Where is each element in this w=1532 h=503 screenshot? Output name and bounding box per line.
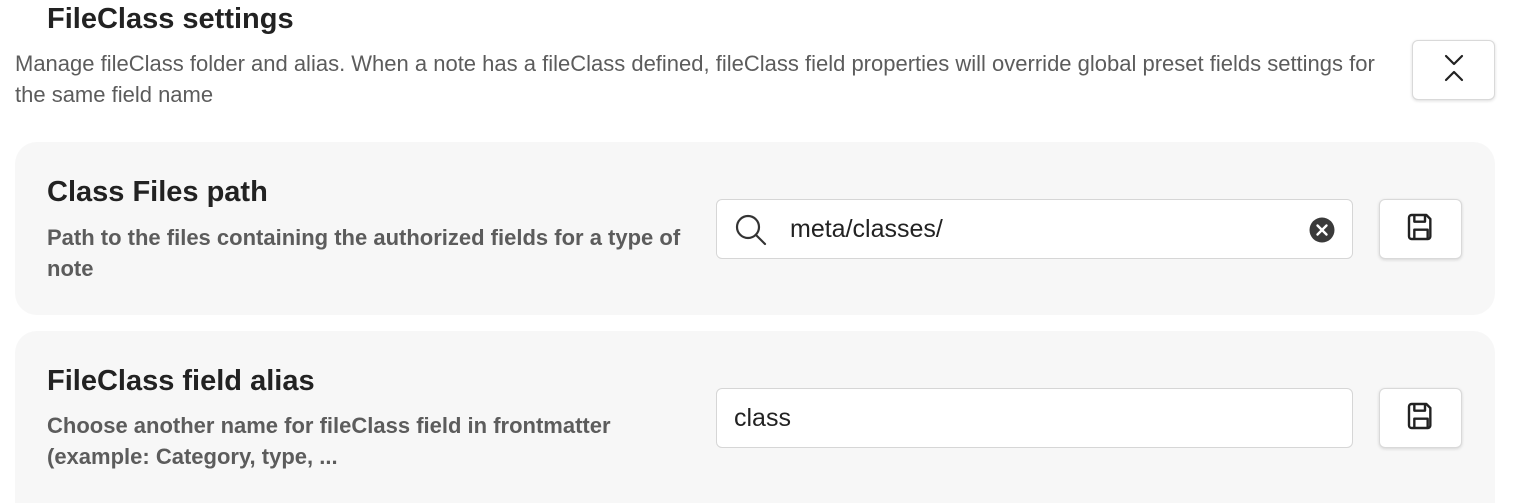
- class-files-path-input[interactable]: [790, 200, 1290, 258]
- collapse-toggle-button[interactable]: [1412, 40, 1495, 100]
- class-files-path-setting: Class Files path Path to the files conta…: [15, 142, 1495, 315]
- fileclass-field-alias-setting: FileClass field alias Choose another nam…: [15, 331, 1495, 503]
- save-class-path-button[interactable]: [1379, 199, 1462, 259]
- chevrons-down-up-icon: [1442, 52, 1466, 89]
- search-icon: [734, 213, 768, 247]
- save-icon: [1405, 211, 1437, 248]
- fileclass-alias-field: [716, 388, 1353, 448]
- setting-description: Choose another name for fileClass field …: [47, 413, 611, 469]
- fileclass-alias-input[interactable]: [734, 389, 1334, 447]
- save-alias-button[interactable]: [1379, 388, 1462, 448]
- section-description: Manage fileClass folder and alias. When …: [15, 51, 1375, 107]
- setting-title: FileClass field alias: [47, 365, 315, 397]
- class-files-path-field: [716, 199, 1353, 259]
- section-title: FileClass settings: [47, 3, 294, 35]
- setting-title: Class Files path: [47, 176, 268, 208]
- save-icon: [1405, 400, 1437, 437]
- setting-description: Path to the files containing the authori…: [47, 225, 681, 281]
- clear-circle-icon[interactable]: [1309, 217, 1335, 243]
